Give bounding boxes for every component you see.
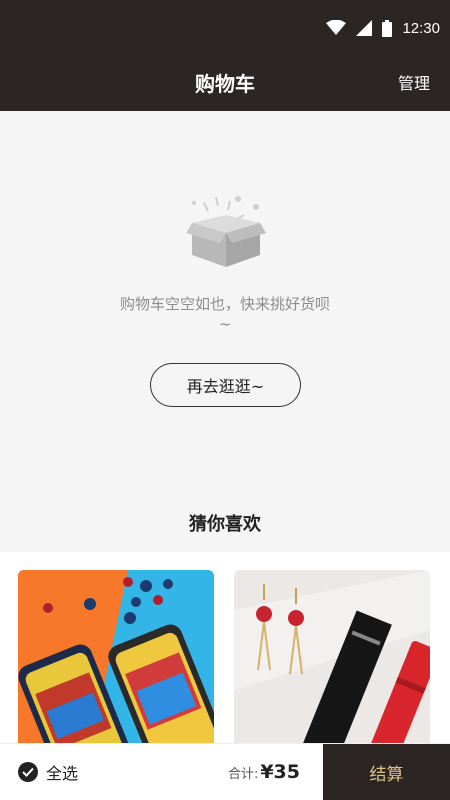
checkbox-checked-icon[interactable] [18, 762, 38, 782]
bottom-bar: 全选 合计: ¥35 结算 [0, 743, 450, 800]
empty-cart-message-tail: ~ [218, 315, 232, 333]
wifi-icon [326, 20, 347, 35]
battery-icon [382, 19, 393, 37]
select-all-label: 全选 [46, 764, 79, 783]
status-bar: 12:30 [326, 14, 440, 42]
total-label: 合计: [227, 767, 259, 782]
total-price: 合计: ¥35 [228, 744, 300, 800]
recommend-title: 猜你喜欢 [189, 514, 261, 535]
empty-cart-section: 购物车空空如也，快来挑好货呗 ~ 再去逛逛~ [0, 111, 450, 551]
go-shopping-button[interactable]: 再去逛逛~ [150, 363, 301, 407]
checkout-button[interactable]: 结算 [323, 744, 450, 800]
manage-button[interactable]: 管理 [398, 70, 430, 94]
empty-box-icon [186, 196, 266, 267]
signal-icon [356, 20, 373, 36]
select-all-toggle[interactable]: 全选 [18, 760, 78, 784]
empty-cart-message: 购物车空空如也，快来挑好货呗 [119, 295, 330, 313]
status-time: 12:30 [402, 19, 440, 37]
page-title: 购物车 [195, 72, 255, 96]
total-value: ¥35 [260, 761, 300, 783]
top-bar: 12:30 购物车 管理 [0, 0, 450, 111]
